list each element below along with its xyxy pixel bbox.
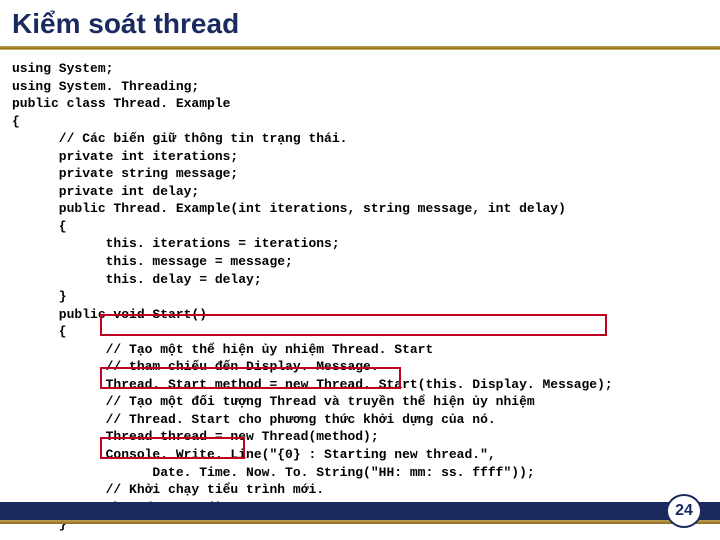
code-line: public Thread. Example(int iterations, s… <box>12 200 708 218</box>
footer-gold-line <box>0 520 720 524</box>
code-line: this. delay = delay; <box>12 271 708 289</box>
code-line: // Khởi chạy tiểu trình mới. <box>12 481 708 499</box>
slide-title: Kiểm soát thread <box>12 8 239 39</box>
code-line: } <box>12 288 708 306</box>
page-number: 24 <box>675 502 693 520</box>
code-line: // Thread. Start cho phương thức khởi dự… <box>12 411 708 429</box>
page-number-badge: 24 <box>666 494 702 528</box>
code-line: // Tạo một thể hiện ủy nhiệm Thread. Sta… <box>12 341 708 359</box>
code-line: { <box>12 218 708 236</box>
highlight-box <box>100 367 401 389</box>
title-underline-thin <box>0 49 720 50</box>
footer-bar <box>0 502 720 520</box>
code-block: using System;using System. Threading;pub… <box>0 60 720 534</box>
code-line: Date. Time. Now. To. String("HH: mm: ss.… <box>12 464 708 482</box>
code-line: { <box>12 113 708 131</box>
code-line: // Các biến giữ thông tin trạng thái. <box>12 130 708 148</box>
code-line: this. message = message; <box>12 253 708 271</box>
code-line: this. iterations = iterations; <box>12 235 708 253</box>
code-line: using System. Threading; <box>12 78 708 96</box>
code-line: private string message; <box>12 165 708 183</box>
code-line: private int iterations; <box>12 148 708 166</box>
highlight-box <box>100 314 607 336</box>
code-line: using System; <box>12 60 708 78</box>
code-line: // Tạo một đối tượng Thread và truyền th… <box>12 393 708 411</box>
title-bar: Kiểm soát thread <box>0 0 720 44</box>
code-line: private int delay; <box>12 183 708 201</box>
highlight-box <box>100 437 245 459</box>
code-line: public class Thread. Example <box>12 95 708 113</box>
